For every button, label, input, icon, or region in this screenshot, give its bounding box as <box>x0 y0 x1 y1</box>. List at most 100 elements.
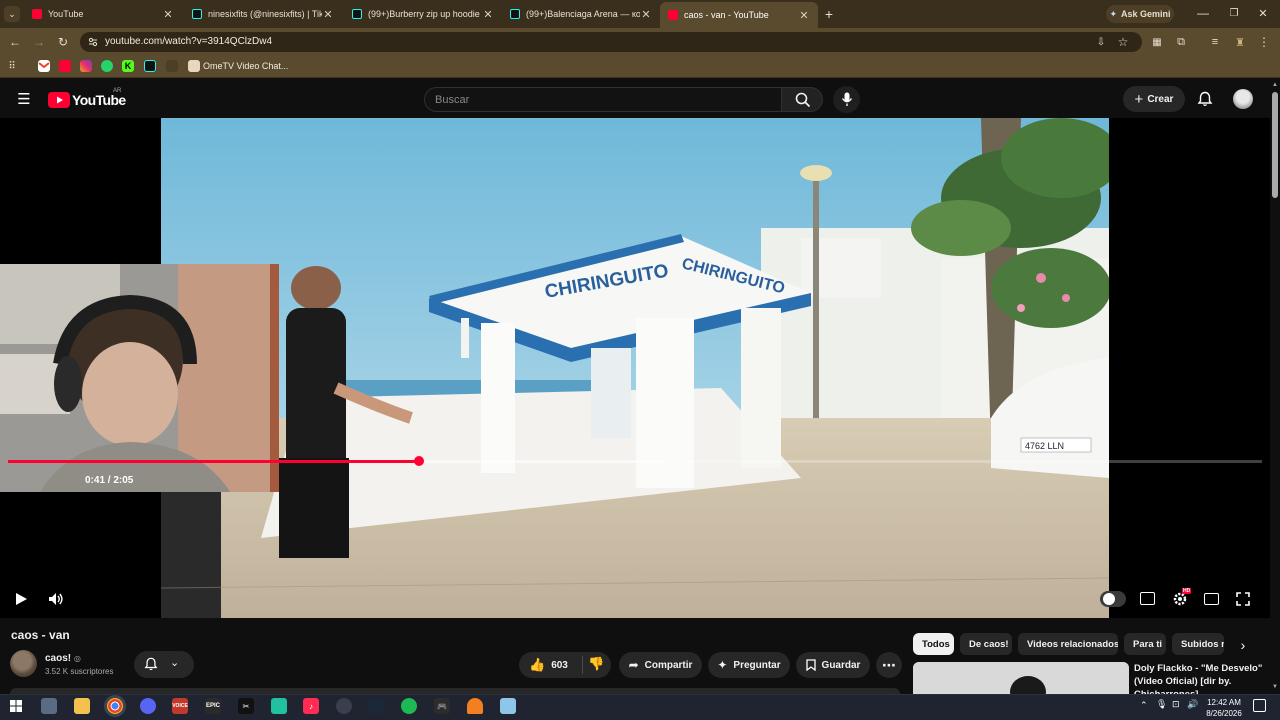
close-icon[interactable]: ✕ <box>482 8 494 21</box>
apps-grid-icon[interactable]: ⠿ <box>6 60 18 72</box>
settings-button[interactable]: HD <box>1172 588 1192 607</box>
bookmark-star-icon[interactable]: ☆ <box>1116 35 1130 49</box>
ask-gemini-button[interactable]: ✦ Ask Gemini <box>1106 5 1174 23</box>
capcut-icon[interactable]: ✂ <box>238 698 254 714</box>
channel-name[interactable]: caos! ◎ <box>45 653 81 664</box>
tiktok-icon[interactable]: ♪ <box>303 698 319 714</box>
recommendation-thumbnail[interactable] <box>913 662 1129 698</box>
tiktok-icon[interactable] <box>144 60 156 72</box>
tab-tiktok-ninesixfits[interactable]: ninesixfits (@ninesixfits) | TikTok ✕ <box>184 3 342 25</box>
tray-overflow-icon[interactable]: ⌃ <box>1140 700 1148 711</box>
windows-icon[interactable] <box>8 698 24 714</box>
spotify-icon[interactable] <box>401 698 417 714</box>
extension-grid-icon[interactable]: ▦ <box>1150 35 1164 49</box>
bookmark-ometv-label[interactable]: OmeTV Video Chat... <box>203 61 288 71</box>
subtitles-icon[interactable] <box>1140 592 1155 605</box>
file-explorer-icon[interactable] <box>74 698 90 714</box>
ometv-icon[interactable] <box>188 60 200 72</box>
chip-videos-relacionados[interactable]: Videos relacionados <box>1018 633 1118 655</box>
tiktok-icon <box>192 9 202 19</box>
youtube-icon[interactable] <box>59 60 71 72</box>
site-info-icon[interactable] <box>88 37 98 47</box>
search-button[interactable] <box>781 87 823 112</box>
chips-next-button[interactable]: › <box>1232 634 1254 656</box>
discord-icon[interactable] <box>140 698 156 714</box>
subscribed-notifications-button[interactable]: ⌄ <box>134 651 194 678</box>
scroll-up-arrow-icon[interactable]: ▲ <box>1272 82 1278 88</box>
whatsapp-icon[interactable] <box>101 60 113 72</box>
menu-kebab-icon[interactable]: ⋮ <box>1257 35 1271 49</box>
task-view-icon[interactable] <box>41 698 57 714</box>
chrome-icon[interactable] <box>107 698 123 714</box>
chip-todos[interactable]: Todos <box>913 633 954 655</box>
fullscreen-button[interactable] <box>1236 592 1250 606</box>
share-icon: ➦ <box>628 658 639 672</box>
more-actions-button[interactable]: ⋯ <box>876 652 902 678</box>
reload-icon[interactable]: ↻ <box>56 35 70 49</box>
youtube-logo[interactable]: YouTube AR <box>48 88 138 109</box>
close-window-button[interactable]: ✕ <box>1256 6 1270 20</box>
epic-games-icon[interactable]: EPIC <box>205 698 221 714</box>
tab-burberry[interactable]: (99+)Burberry zip up hoodie ✕ <box>344 3 502 25</box>
speaker-icon[interactable]: 🔊 <box>1187 699 1198 710</box>
share-label: Compartir <box>644 659 693 671</box>
chip-subidos-recientemente[interactable]: Subidos re <box>1172 633 1224 655</box>
video-player[interactable]: CHIRINGUITO CHIRINGUITO 4762 LLN <box>0 118 1270 618</box>
kick-icon[interactable]: K <box>122 60 134 72</box>
steam-icon[interactable] <box>368 698 384 714</box>
address-bar[interactable]: youtube.com/watch?v=3914QClzDw4 <box>80 32 1142 52</box>
share-button[interactable]: ➦ Compartir <box>619 652 702 678</box>
thumbs-down-icon[interactable]: 👎 <box>588 656 604 672</box>
new-tab-button[interactable]: + <box>822 6 836 22</box>
volume-button[interactable] <box>48 592 64 606</box>
recommendation-title[interactable]: Doly Flackko - "Me Desvelo" (Video Ofici… <box>1134 662 1264 694</box>
tray-mic-icon[interactable]: 🎙 <box>1156 699 1167 710</box>
scroll-down-arrow-icon[interactable]: ▼ <box>1272 684 1278 690</box>
user-avatar[interactable] <box>1233 89 1253 109</box>
save-button[interactable]: Guardar <box>796 652 870 678</box>
close-icon[interactable]: ✕ <box>162 8 174 21</box>
extensions-puzzle-icon[interactable]: ⧉ <box>1174 35 1188 49</box>
like-button[interactable]: 👍 603 👎 <box>519 652 611 678</box>
tab-balenciaga[interactable]: (99+)Balenciaga Arena — колле ✕ <box>502 3 660 25</box>
hamburger-menu-icon[interactable]: ☰ <box>16 91 32 108</box>
autoplay-toggle[interactable] <box>1100 591 1126 607</box>
instagram-icon[interactable] <box>80 60 92 72</box>
voice-meeter-icon[interactable]: VOICE <box>172 698 188 714</box>
back-icon[interactable]: ← <box>8 35 22 49</box>
voice-search-button[interactable] <box>833 86 860 113</box>
minimize-button[interactable]: — <box>1196 6 1210 20</box>
close-icon[interactable]: ✕ <box>322 8 334 21</box>
steam-like-icon[interactable] <box>336 698 352 714</box>
close-icon[interactable]: ✕ <box>798 9 810 22</box>
channel-avatar[interactable] <box>10 650 37 677</box>
gamepad-icon[interactable]: 🎮 <box>434 698 450 714</box>
notepad-icon[interactable] <box>500 698 516 714</box>
play-button[interactable] <box>14 592 28 606</box>
tab-search-button[interactable]: ⌄ <box>4 6 20 22</box>
install-app-icon[interactable]: ⇩ <box>1094 35 1108 49</box>
profile-icon[interactable]: ♜ <box>1233 35 1247 49</box>
progress-played <box>8 460 420 463</box>
tab-caos-van[interactable]: caos - van - YouTube ✕ <box>660 2 818 28</box>
restore-button[interactable]: ❐ <box>1227 6 1241 20</box>
ask-button[interactable]: ✦ Preguntar <box>708 652 790 678</box>
chip-para-ti[interactable]: Para ti <box>1124 633 1166 655</box>
forward-icon[interactable]: → <box>32 35 46 49</box>
notifications-bell-icon[interactable] <box>1197 91 1213 107</box>
page-scrollbar-thumb[interactable] <box>1272 92 1278 198</box>
chip-de-caos[interactable]: De caos! <box>960 633 1012 655</box>
vsco-icon[interactable] <box>271 698 287 714</box>
cloud-icon[interactable] <box>467 698 483 714</box>
media-controls-icon[interactable]: ≡ <box>1208 35 1222 49</box>
close-icon[interactable]: ✕ <box>640 8 652 21</box>
create-button[interactable]: + Crear <box>1123 86 1185 112</box>
tab-youtube[interactable]: YouTube ✕ <box>24 3 182 25</box>
search-input[interactable]: Buscar <box>424 87 781 112</box>
network-icon[interactable]: ⊡ <box>1172 699 1180 710</box>
notification-center-icon[interactable] <box>1253 699 1266 712</box>
theater-mode-icon[interactable] <box>1204 593 1219 605</box>
system-clock[interactable]: 12:42 AM 8/26/2026 <box>1200 697 1248 719</box>
gmail-icon[interactable] <box>38 60 50 72</box>
blank-bookmark-icon[interactable] <box>166 60 178 72</box>
